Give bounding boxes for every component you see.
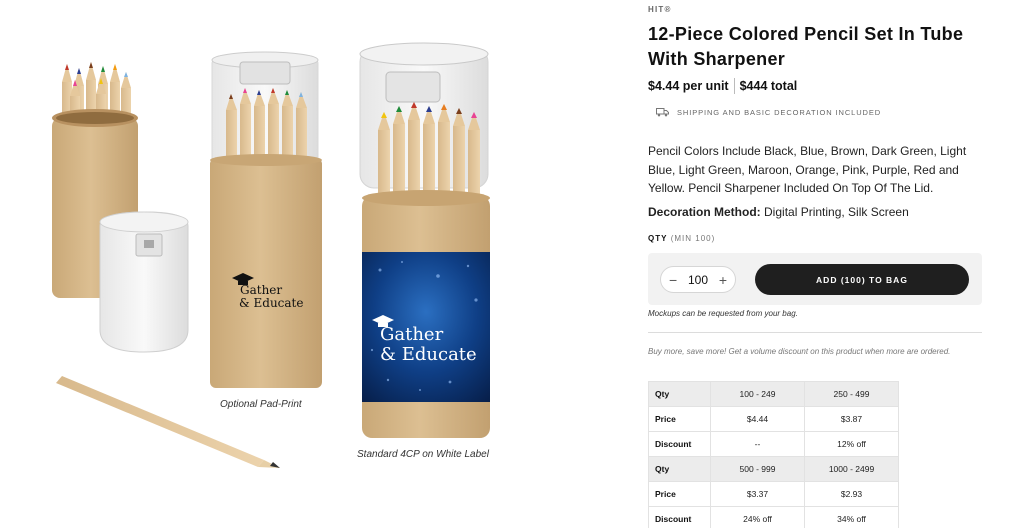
caption-4cp-label: Standard 4CP on White Label [357, 449, 489, 460]
decrease-qty-button[interactable]: − [669, 273, 677, 287]
row-label: Price [648, 406, 711, 432]
row-label: Price [648, 481, 711, 507]
table-row: Discount -- 12% off [648, 431, 899, 457]
row-label: Qty [648, 381, 711, 407]
tier-price: $2.93 [804, 481, 899, 507]
product-photo [52, 42, 490, 468]
qty-minimum: (MIN 100) [670, 234, 716, 243]
quantity-input[interactable]: 100 [688, 273, 708, 287]
volume-price-table: Qty 100 - 249 250 - 499 Price $4.44 $3.8… [648, 381, 899, 528]
product-image[interactable]: Gather & Educate Gather & Educate Option… [0, 0, 624, 528]
right-tube-logo-line2: & Educate [380, 344, 477, 365]
table-row: Qty 500 - 999 1000 - 2499 [648, 456, 899, 482]
tier-discount: 34% off [804, 506, 899, 528]
total-price: $444 total [739, 79, 798, 93]
price-divider [733, 78, 735, 94]
qty-range: 100 - 249 [710, 381, 805, 407]
mockups-note: Mockups can be requested from your bag. [648, 309, 798, 318]
row-label: Discount [648, 431, 711, 457]
unit-price: $4.44 per unit [648, 79, 729, 93]
right-tube-logo-line1: Gather [380, 324, 444, 345]
middle-tube-logo-line2: & Educate [239, 296, 304, 310]
decoration-method: Decoration Method: Digital Printing, Sil… [648, 205, 909, 219]
qty-range: 500 - 999 [710, 456, 805, 482]
product-title: 12-Piece Colored Pencil Set In Tube With… [648, 24, 964, 69]
brand-name[interactable]: HIT® [648, 5, 672, 14]
truck-icon [656, 108, 669, 117]
qty-range: 1000 - 2499 [804, 456, 899, 482]
decoration-label: Decoration Method: [648, 205, 761, 219]
caption-pad-print: Optional Pad-Print [220, 399, 302, 410]
tier-discount: 12% off [804, 431, 899, 457]
decoration-value: Digital Printing, Silk Screen [764, 205, 909, 219]
increase-qty-button[interactable]: + [719, 273, 727, 287]
table-row: Price $4.44 $3.87 [648, 406, 899, 432]
tier-price: $3.87 [804, 406, 899, 432]
tier-discount: -- [710, 431, 805, 457]
table-row: Price $3.37 $2.93 [648, 481, 899, 507]
buy-box: − 100 + ADD (100) TO BAG [648, 253, 982, 305]
tier-price: $4.44 [710, 406, 805, 432]
quantity-stepper: − 100 + [660, 266, 736, 293]
price-row: $4.44 per unit $444 total [648, 78, 797, 94]
middle-tube-logo-line1: Gather [240, 283, 283, 297]
qty-range: 250 - 499 [804, 381, 899, 407]
product-description: Pencil Colors Include Black, Blue, Brown… [648, 144, 967, 195]
shipping-note: SHIPPING AND BASIC DECORATION INCLUDED [656, 108, 881, 117]
volume-discount-note: Buy more, save more! Get a volume discou… [648, 347, 951, 356]
divider [648, 332, 982, 333]
add-to-bag-button[interactable]: ADD (100) TO BAG [755, 264, 969, 295]
shipping-text: SHIPPING AND BASIC DECORATION INCLUDED [677, 108, 882, 117]
qty-title: QTY [648, 234, 668, 243]
tier-price: $3.37 [710, 481, 805, 507]
middle-tube [210, 51, 322, 388]
table-row: Discount 24% off 34% off [648, 506, 899, 528]
row-label: Discount [648, 506, 711, 528]
row-label: Qty [648, 456, 711, 482]
table-row: Qty 100 - 249 250 - 499 [648, 381, 899, 407]
qty-label: QTY (MIN 100) [648, 234, 715, 243]
tier-discount: 24% off [710, 506, 805, 528]
right-tube [359, 42, 490, 438]
